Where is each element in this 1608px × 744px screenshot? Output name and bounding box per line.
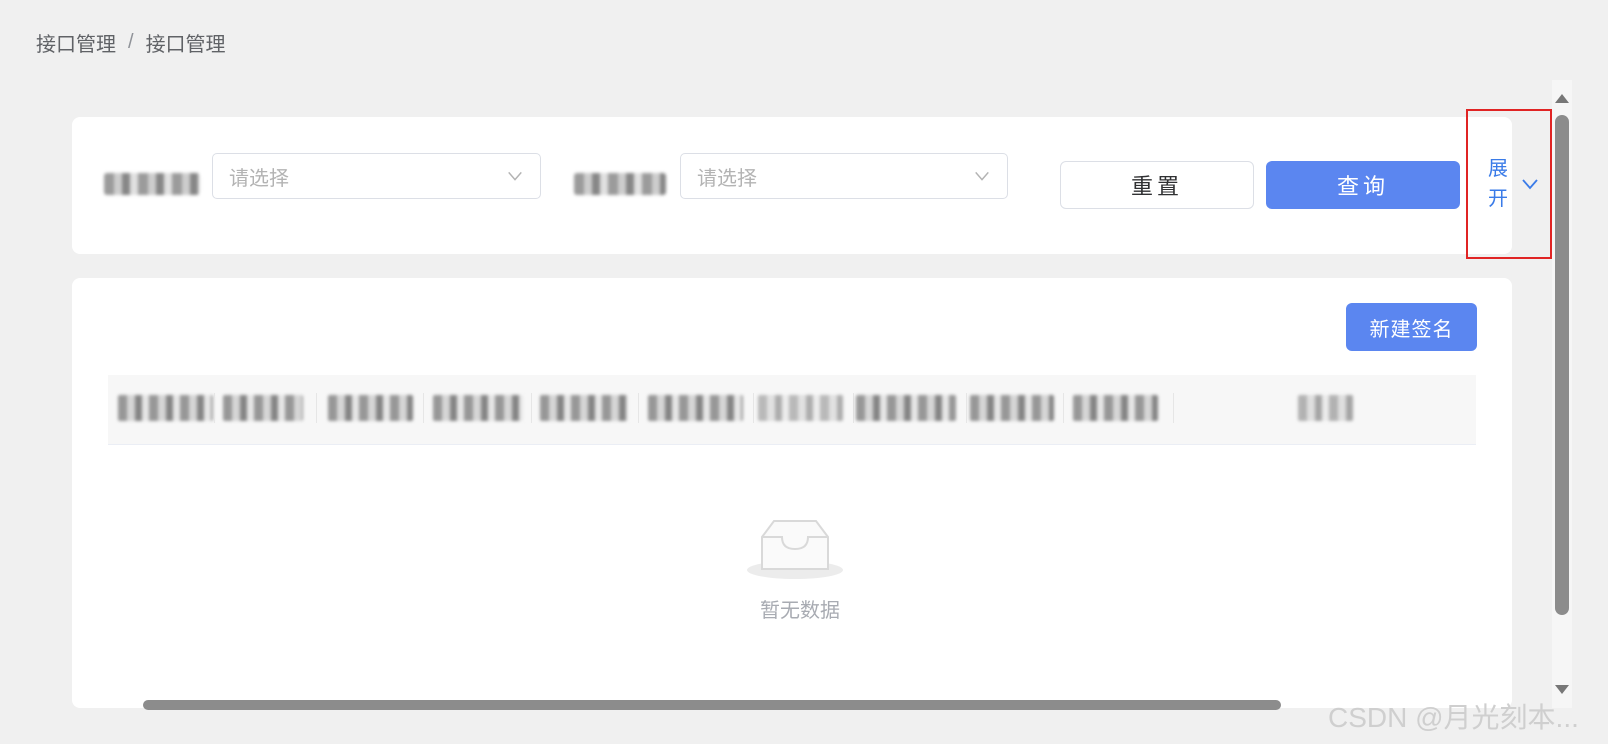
scroll-up-arrow-icon[interactable] — [1552, 92, 1572, 104]
reset-button[interactable]: 重置 — [1060, 161, 1254, 209]
chevron-down-icon — [975, 171, 989, 181]
column-header-redacted — [433, 395, 523, 421]
horizontal-scrollbar-thumb[interactable] — [143, 700, 1281, 710]
column-header-redacted — [856, 395, 956, 421]
column-header-redacted — [648, 395, 743, 421]
breadcrumb: 接口管理 / 接口管理 — [36, 28, 226, 57]
breadcrumb-item-parent[interactable]: 接口管理 — [36, 28, 116, 57]
chevron-down-icon — [508, 171, 522, 181]
table-header — [108, 375, 1476, 445]
column-header-redacted — [758, 395, 843, 421]
scroll-down-arrow-icon[interactable] — [1552, 684, 1572, 696]
column-header-redacted — [223, 395, 303, 421]
expand-toggle[interactable]: 展开 — [1466, 109, 1552, 259]
vertical-scrollbar-thumb[interactable] — [1555, 115, 1569, 615]
filter-select-1-placeholder: 请选择 — [229, 167, 289, 190]
watermark: CSDN @月光刻本... — [1328, 702, 1579, 733]
column-header-redacted — [328, 395, 413, 421]
filter-select-2-placeholder: 请选择 — [697, 167, 757, 190]
breadcrumb-item-current: 接口管理 — [145, 34, 226, 56]
chevron-down-icon — [1522, 179, 1538, 190]
filter-select-2[interactable]: 请选择 — [680, 153, 1008, 199]
table-card — [72, 278, 1512, 708]
new-signature-button[interactable]: 新建签名 — [1346, 303, 1477, 351]
column-header-redacted — [540, 395, 628, 421]
expand-label: 展开 — [1488, 158, 1508, 210]
column-header-redacted — [1073, 395, 1158, 421]
empty-state — [740, 515, 850, 590]
empty-box-icon — [747, 520, 843, 579]
column-header-redacted — [118, 395, 213, 421]
filter-label-1-redacted — [104, 173, 200, 195]
filter-select-1[interactable]: 请选择 — [212, 153, 541, 199]
breadcrumb-separator: / — [128, 31, 134, 53]
query-button[interactable]: 查询 — [1266, 161, 1460, 209]
empty-state-text: 暂无数据 — [760, 600, 840, 622]
column-header-redacted — [1298, 395, 1353, 421]
column-header-redacted — [970, 395, 1054, 421]
filter-label-2-redacted — [574, 173, 666, 195]
